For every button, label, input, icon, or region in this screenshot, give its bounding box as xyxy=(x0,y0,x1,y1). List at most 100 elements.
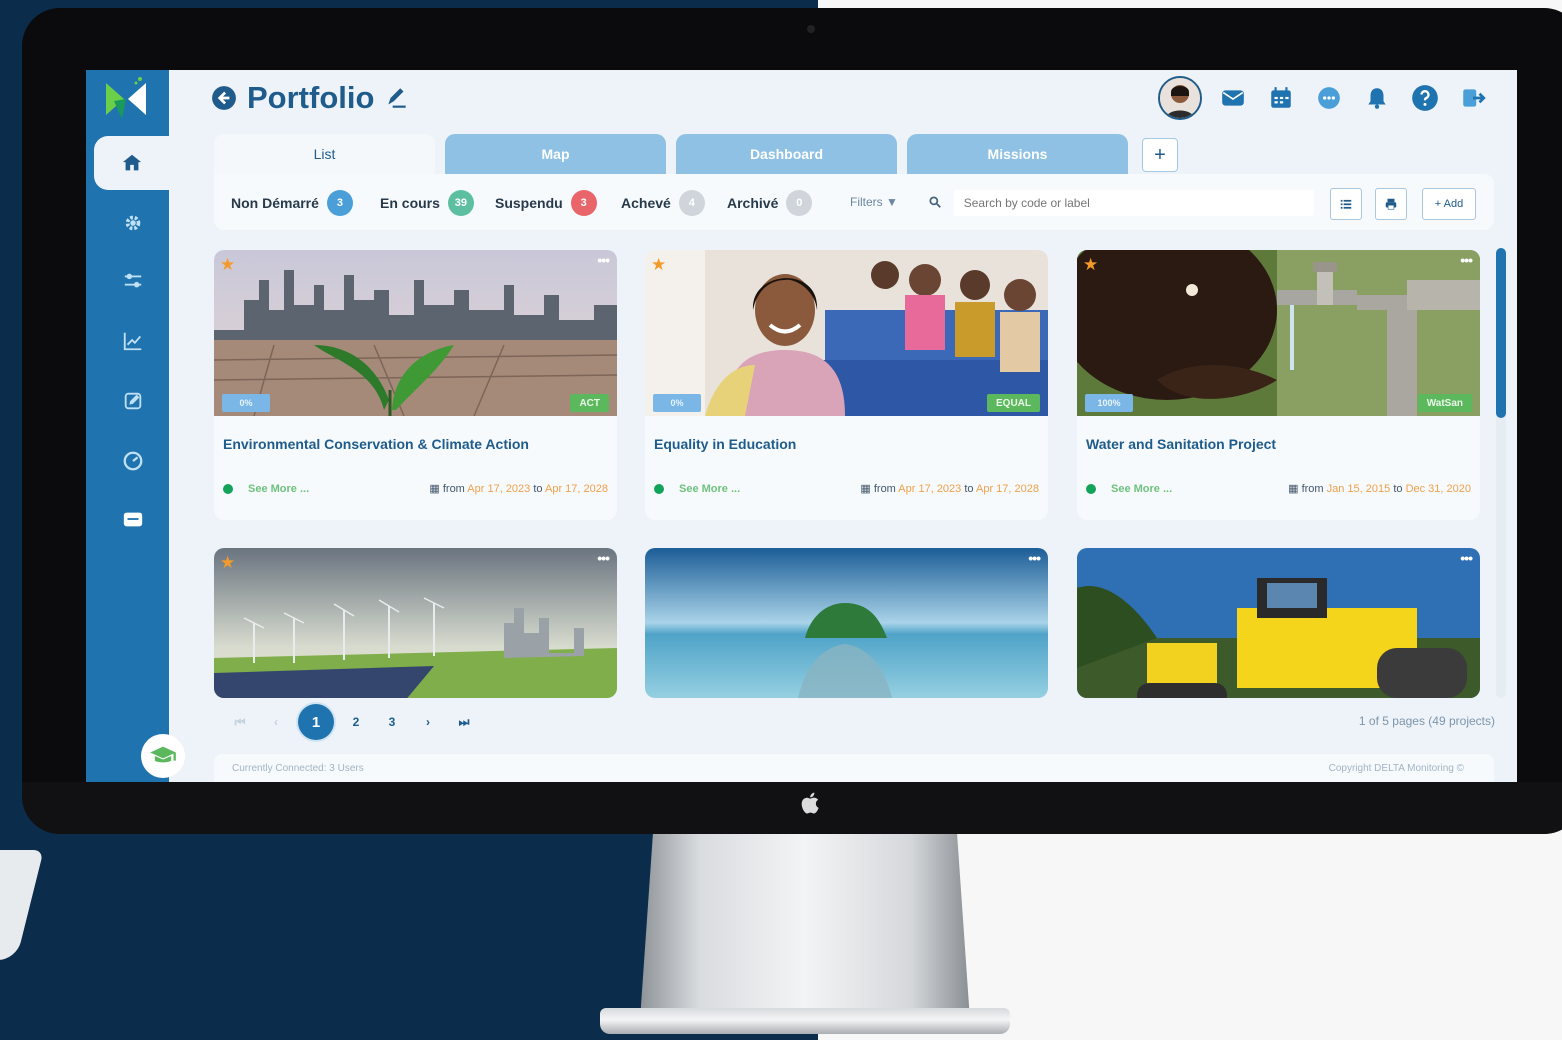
sidebar-item-documents[interactable] xyxy=(96,492,169,546)
sidebar-item-filters[interactable] xyxy=(96,254,169,308)
favorite-star-icon[interactable]: ★ xyxy=(651,255,666,275)
sidebar-item-settings[interactable] xyxy=(96,196,169,250)
project-title[interactable]: Equality in Education xyxy=(654,436,796,452)
status-dot xyxy=(223,483,233,494)
project-title[interactable]: Water and Sanitation Project xyxy=(1086,436,1276,452)
progress-badge: 100% xyxy=(1085,394,1133,412)
training-button[interactable] xyxy=(141,734,185,778)
print-button[interactable] xyxy=(1375,188,1407,220)
more-options-icon[interactable]: ••• xyxy=(597,252,610,268)
status-count-badge: 3 xyxy=(570,190,597,216)
status-count-badge: 4 xyxy=(678,190,705,216)
app-logo-icon[interactable] xyxy=(104,75,148,121)
to-label: to xyxy=(1393,483,1403,495)
print-icon xyxy=(1385,198,1397,210)
sidebar-item-analytics[interactable] xyxy=(96,314,169,368)
project-tag: ACT xyxy=(570,394,609,412)
tab-map[interactable]: Map xyxy=(445,134,666,174)
calendar-icon[interactable] xyxy=(1264,81,1298,115)
list-view-button[interactable] xyxy=(1330,188,1362,220)
filter-bar: Non Démarré 3 En cours 39 Suspendu 3 Ach… xyxy=(214,174,1494,230)
status-dot xyxy=(654,483,664,494)
status-filter-archive[interactable]: Archivé 0 xyxy=(727,190,813,216)
sidebar-item-performance[interactable] xyxy=(96,434,169,488)
next-page-icon[interactable]: › xyxy=(410,704,446,740)
first-page-icon[interactable]: ⏮ xyxy=(222,704,258,740)
edit-pen-icon[interactable] xyxy=(384,85,410,111)
camera-icon xyxy=(807,25,815,33)
project-card[interactable]: ★ 0% EQUAL Equality in Education See Mor… xyxy=(645,250,1048,520)
back-arrow-icon[interactable] xyxy=(211,85,237,111)
more-options-icon[interactable]: ••• xyxy=(1460,550,1473,566)
header-icons xyxy=(1158,76,1490,120)
user-avatar[interactable] xyxy=(1158,76,1202,120)
see-more-link[interactable]: See More ... xyxy=(1111,483,1172,495)
last-page-icon[interactable]: ⏭ xyxy=(446,704,482,740)
project-title[interactable]: Environmental Conservation & Climate Act… xyxy=(223,436,529,452)
status-filter-en-cours[interactable]: En cours 39 xyxy=(380,190,474,216)
sidebar-item-edit[interactable] xyxy=(96,374,169,428)
add-tab-button[interactable]: + xyxy=(1142,138,1178,172)
progress-badge: 0% xyxy=(653,394,701,412)
favorite-star-icon[interactable]: ★ xyxy=(220,255,235,275)
footer: Currently Connected: 3 Users Copyright D… xyxy=(214,754,1494,782)
folder-icon xyxy=(123,512,142,527)
progress-badge: 0% xyxy=(222,394,270,412)
project-card[interactable]: ••• xyxy=(645,548,1048,698)
status-count-badge: 39 xyxy=(447,190,474,216)
search-icon xyxy=(928,195,954,212)
from-label: from xyxy=(442,483,465,495)
sidebar-item-home[interactable] xyxy=(94,136,169,190)
page-button[interactable]: 3 xyxy=(374,704,410,740)
status-label: Non Démarré xyxy=(231,195,319,211)
project-card[interactable]: ★ ••• 100% WatSan Water and Sanitation P… xyxy=(1077,250,1480,520)
add-project-button[interactable]: + Add xyxy=(1422,188,1476,220)
list-icon xyxy=(1340,199,1352,209)
scrollbar[interactable] xyxy=(1496,248,1506,698)
status-filter-non-demarre[interactable]: Non Démarré 3 xyxy=(231,190,353,216)
status-filter-acheve[interactable]: Achevé 4 xyxy=(621,190,705,216)
tab-missions[interactable]: Missions xyxy=(907,134,1128,174)
more-options-icon[interactable]: ••• xyxy=(597,550,610,566)
page-title: Portfolio xyxy=(247,80,375,115)
tab-dashboard[interactable]: Dashboard xyxy=(676,134,897,174)
project-card[interactable]: ★ ••• 0% ACT Environmental Conservation … xyxy=(214,250,617,520)
filters-label: Filters xyxy=(850,195,883,209)
favorite-star-icon[interactable]: ★ xyxy=(220,553,235,573)
from-label: from xyxy=(1301,483,1324,495)
start-date: Jan 15, 2015 xyxy=(1326,483,1391,495)
bell-icon[interactable] xyxy=(1360,81,1394,115)
logout-icon[interactable] xyxy=(1456,81,1490,115)
page-button[interactable]: 2 xyxy=(338,704,374,740)
pagination-info: 1 of 5 pages (49 projects) xyxy=(1358,714,1495,728)
favorite-star-icon[interactable]: ★ xyxy=(1083,255,1098,275)
tab-list[interactable]: List xyxy=(214,134,435,174)
project-dates: ▦ from Apr 17, 2023 to Apr 17, 2028 xyxy=(860,482,1039,495)
scrollbar-thumb[interactable] xyxy=(1496,248,1506,418)
project-image xyxy=(1077,548,1480,698)
status-label: Achevé xyxy=(621,195,671,211)
prev-page-icon[interactable]: ‹ xyxy=(258,704,294,740)
project-tag: EQUAL xyxy=(987,394,1040,412)
filters-button[interactable]: Filters ▼ xyxy=(850,195,898,209)
chat-icon[interactable] xyxy=(1312,81,1346,115)
search-input[interactable] xyxy=(953,190,1314,216)
help-icon[interactable] xyxy=(1408,81,1442,115)
trend-chart-icon xyxy=(123,332,141,351)
mail-icon[interactable] xyxy=(1216,81,1250,115)
sliders-icon xyxy=(124,273,141,288)
status-label: Archivé xyxy=(727,195,779,211)
project-card[interactable]: ★ ••• xyxy=(214,548,617,698)
page-button-current[interactable]: 1 xyxy=(298,704,334,740)
project-tag: WatSan xyxy=(1417,394,1472,412)
see-more-link[interactable]: See More ... xyxy=(679,483,740,495)
project-card[interactable]: ••• xyxy=(1077,548,1480,698)
more-options-icon[interactable]: ••• xyxy=(1460,252,1473,268)
gear-icon xyxy=(125,215,140,231)
project-dates: ▦ from Jan 15, 2015 to Dec 31, 2020 xyxy=(1288,482,1471,495)
more-options-icon[interactable]: ••• xyxy=(1028,550,1041,566)
see-more-link[interactable]: See More ... xyxy=(248,483,309,495)
start-date: Apr 17, 2023 xyxy=(898,483,962,495)
project-image xyxy=(214,548,617,698)
status-filter-suspendu[interactable]: Suspendu 3 xyxy=(495,190,597,216)
